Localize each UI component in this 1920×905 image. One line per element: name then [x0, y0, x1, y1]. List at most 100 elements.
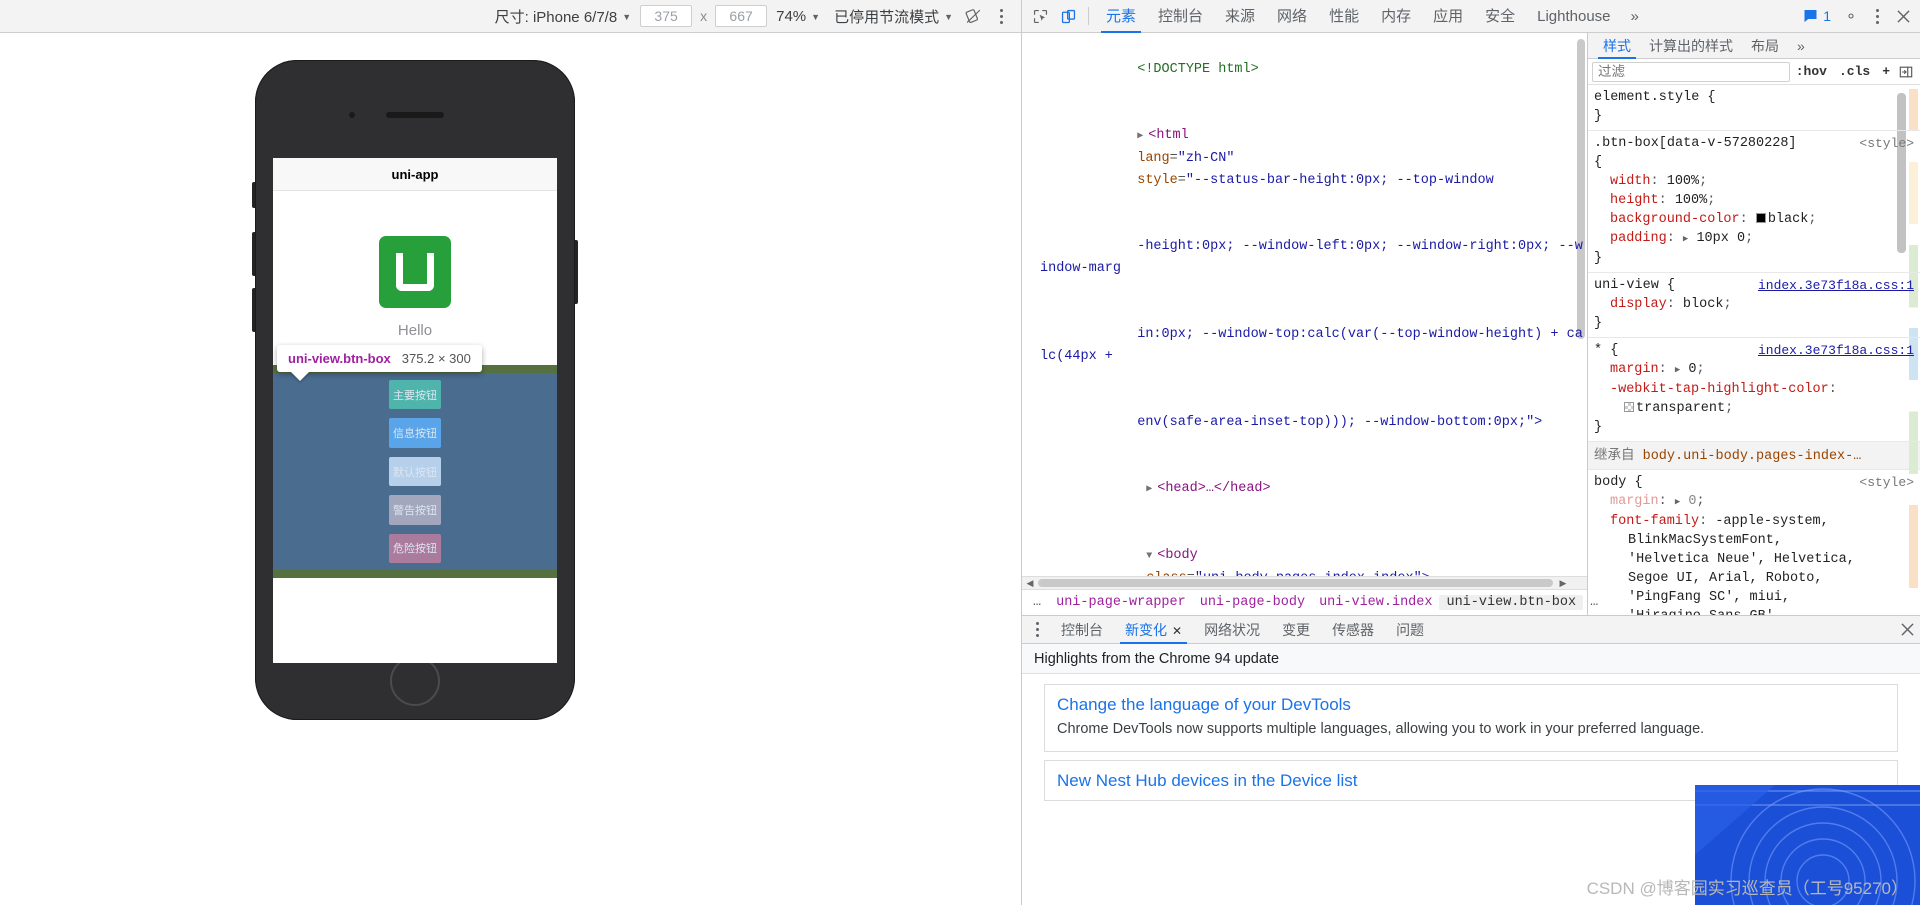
rule-source[interactable]: <style>: [1859, 473, 1914, 492]
dom-line[interactable]: <!DOCTYPE html>: [1022, 37, 1587, 103]
close-icon[interactable]: [1890, 3, 1916, 29]
new-style-rule-button[interactable]: +: [1876, 64, 1896, 79]
css-value[interactable]: block: [1683, 297, 1724, 312]
primary-button[interactable]: 主要按钮: [389, 380, 441, 410]
more-options-icon[interactable]: [986, 8, 1015, 24]
throttling-selector[interactable]: 已停用节流模式 ▼: [827, 0, 960, 32]
css-property[interactable]: height: [1594, 193, 1659, 208]
styles-rules-list[interactable]: element.style { } .btn-box[data-v-572802…: [1588, 85, 1920, 615]
css-value[interactable]: -apple-system,: [1715, 514, 1828, 529]
breadcrumb-item[interactable]: uni-page-body: [1193, 595, 1312, 610]
device-width-input[interactable]: 375: [640, 5, 693, 27]
style-rule-element-style[interactable]: element.style { }: [1588, 85, 1920, 131]
css-property[interactable]: margin: [1594, 362, 1659, 377]
device-height-input[interactable]: 667: [715, 5, 768, 27]
tab-lighthouse[interactable]: Lighthouse: [1526, 0, 1621, 33]
gear-icon[interactable]: [1838, 3, 1864, 29]
expand-triangle-icon[interactable]: ▶: [1146, 479, 1157, 501]
css-property[interactable]: width: [1594, 174, 1651, 189]
styles-filter-input[interactable]: [1592, 61, 1790, 82]
tab-security[interactable]: 安全: [1474, 0, 1526, 33]
toggle-sidebar-icon[interactable]: [1896, 62, 1916, 82]
style-rule-uni-view[interactable]: uni-view { index.3e73f18a.css:1 display:…: [1588, 273, 1920, 338]
drawer-tab-changes[interactable]: 变更: [1271, 616, 1321, 644]
expand-shorthand-icon[interactable]: ▶: [1675, 493, 1680, 512]
tab-styles[interactable]: 样式: [1594, 33, 1640, 59]
chevron-double-right-icon[interactable]: »: [1788, 33, 1814, 59]
css-property[interactable]: -webkit-tap-highlight-color: [1594, 382, 1829, 397]
scroll-left-icon[interactable]: ◀: [1022, 578, 1038, 589]
css-property[interactable]: padding: [1594, 231, 1667, 246]
dom-line: env(safe-area-inset-top))); --window-bot…: [1137, 415, 1543, 430]
dom-horizontal-scrollbar[interactable]: ◀ ▶: [1022, 576, 1587, 589]
expand-shorthand-icon[interactable]: ▶: [1683, 230, 1688, 249]
tab-performance[interactable]: 性能: [1318, 0, 1370, 33]
style-rule-btn-box[interactable]: .btn-box[data-v-57280228] <style> { widt…: [1588, 131, 1920, 273]
css-property[interactable]: font-family: [1594, 514, 1699, 529]
tab-layout[interactable]: 布局: [1742, 33, 1788, 59]
tab-memory[interactable]: 内存: [1370, 0, 1422, 33]
drawer-tab-whats-new[interactable]: 新变化 ✕: [1114, 616, 1193, 644]
tab-computed[interactable]: 计算出的样式: [1640, 33, 1742, 59]
breadcrumb-item-selected[interactable]: uni-view.btn-box: [1439, 595, 1584, 610]
message-count-badge[interactable]: 1: [1796, 8, 1838, 24]
class-editor-button[interactable]: .cls: [1833, 64, 1876, 79]
more-options-icon[interactable]: [1864, 3, 1890, 29]
breadcrumb-item[interactable]: uni-page-wrapper: [1049, 595, 1193, 610]
style-rule-body[interactable]: body { <style> margin: ▶ 0; font-family:…: [1588, 470, 1920, 615]
collapse-triangle-icon[interactable]: ▼: [1146, 546, 1157, 568]
drawer-tab-network-conditions[interactable]: 网络状况: [1193, 616, 1271, 644]
hover-state-button[interactable]: :hov: [1790, 64, 1833, 79]
rule-source[interactable]: <style>: [1859, 134, 1914, 153]
device-screen[interactable]: uni-app Hello 主要按钮 信息按钮 默认按钮 警告按钮 危险按钮: [273, 158, 557, 663]
dom-line[interactable]: ▶ <head>…</head>: [1022, 456, 1587, 523]
tab-console[interactable]: 控制台: [1147, 0, 1214, 33]
info-button[interactable]: 信息按钮: [389, 418, 441, 448]
toggle-device-toolbar-icon[interactable]: [1054, 3, 1082, 29]
css-value[interactable]: transparent: [1636, 401, 1725, 416]
device-size-selector[interactable]: 尺寸: iPhone 6/7/8 ▼: [488, 0, 639, 32]
more-options-icon[interactable]: [1024, 617, 1050, 643]
css-property[interactable]: background-color: [1594, 212, 1740, 227]
tab-network[interactable]: 网络: [1266, 0, 1318, 33]
close-icon[interactable]: [1894, 617, 1920, 643]
css-value[interactable]: 100%: [1667, 174, 1699, 189]
inspect-element-icon[interactable]: [1026, 3, 1054, 29]
inherited-source[interactable]: body.uni-body.pages-index-…: [1643, 449, 1862, 464]
dom-tree[interactable]: <!DOCTYPE html> ▶ <html lang="zh-CN" styl…: [1022, 33, 1587, 576]
rule-source-link[interactable]: index.3e73f18a.css:1: [1758, 276, 1914, 295]
css-property-disabled[interactable]: margin: [1594, 494, 1659, 509]
tab-application[interactable]: 应用: [1422, 0, 1474, 33]
style-rule-universal[interactable]: * { index.3e73f18a.css:1 margin: ▶ 0; -w…: [1588, 338, 1920, 442]
tab-sources[interactable]: 来源: [1214, 0, 1266, 33]
expand-triangle-icon[interactable]: ▶: [1137, 126, 1148, 148]
doctype-line: <!DOCTYPE html>: [1137, 62, 1259, 77]
scrollbar-thumb[interactable]: [1038, 579, 1553, 587]
chevron-double-right-icon[interactable]: »: [1622, 8, 1648, 25]
drawer-tab-console[interactable]: 控制台: [1050, 616, 1114, 644]
dom-line[interactable]: ▶ <html lang="zh-CN" style="--status-bar-…: [1022, 103, 1587, 214]
rule-source-link[interactable]: index.3e73f18a.css:1: [1758, 341, 1914, 360]
breadcrumb-overflow-left[interactable]: …: [1026, 595, 1049, 610]
danger-button[interactable]: 危险按钮: [389, 533, 441, 564]
color-swatch-icon[interactable]: [1755, 213, 1766, 223]
scroll-right-icon[interactable]: ▶: [1555, 578, 1571, 589]
close-icon[interactable]: ✕: [1172, 624, 1182, 638]
default-button[interactable]: 默认按钮: [389, 456, 441, 487]
breadcrumb-item[interactable]: uni-view.index: [1312, 595, 1439, 610]
css-value[interactable]: 10px 0: [1696, 231, 1745, 246]
rotate-icon[interactable]: [960, 3, 986, 29]
color-swatch-icon[interactable]: [1624, 402, 1634, 412]
css-value[interactable]: 100%: [1675, 193, 1707, 208]
expand-shorthand-icon[interactable]: ▶: [1675, 361, 1680, 380]
card-title-link[interactable]: Change the language of your DevTools: [1057, 695, 1885, 715]
css-property[interactable]: display: [1594, 297, 1667, 312]
drawer-tab-issues[interactable]: 问题: [1385, 616, 1435, 644]
tab-elements[interactable]: 元素: [1095, 0, 1147, 33]
css-value[interactable]: black: [1768, 212, 1809, 227]
whats-new-card[interactable]: Change the language of your DevTools Chr…: [1044, 684, 1898, 752]
dom-line[interactable]: ▼<body class="uni-body pages-index-index…: [1022, 523, 1587, 576]
drawer-tab-sensors[interactable]: 传感器: [1321, 616, 1385, 644]
warning-button[interactable]: 警告按钮: [389, 495, 441, 525]
zoom-selector[interactable]: 74% ▼: [769, 0, 827, 32]
